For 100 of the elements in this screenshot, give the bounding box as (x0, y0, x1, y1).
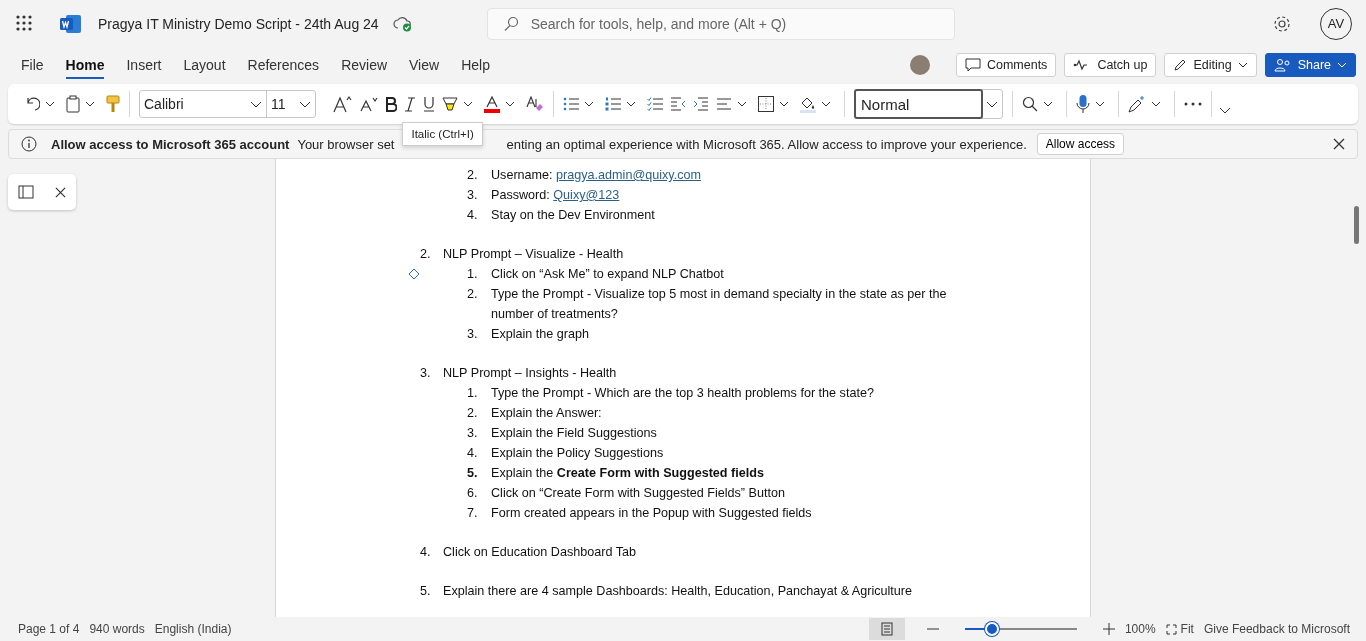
app-launcher-icon[interactable] (16, 14, 34, 33)
search-icon[interactable] (1022, 96, 1038, 112)
bullet-list-icon[interactable] (563, 97, 579, 111)
link[interactable]: pragya.admin@quixy.com (556, 168, 701, 182)
language-indicator[interactable]: English (India) (154, 622, 232, 636)
list-number: 3. (467, 425, 479, 442)
menu-tab[interactable]: File (12, 50, 53, 79)
bold-icon[interactable] (385, 96, 397, 112)
link[interactable]: Quixy@123 (553, 188, 620, 202)
increase-indent-icon[interactable] (693, 97, 709, 111)
list-number: 6. (467, 485, 479, 502)
font-size-dropdown[interactable]: 11 (267, 91, 315, 117)
zoom-percent[interactable]: 100% (1124, 622, 1156, 636)
caret-icon[interactable] (626, 101, 636, 107)
share-button[interactable]: Share (1264, 52, 1356, 77)
list-number: 2. (467, 405, 479, 422)
navigation-pane-icon[interactable] (18, 185, 35, 199)
caret-icon[interactable] (45, 101, 55, 107)
allow-access-button[interactable]: Allow access (1036, 133, 1125, 155)
caret-icon[interactable] (737, 101, 747, 107)
caret-icon[interactable] (1151, 101, 1161, 107)
list-number: 7. (467, 505, 479, 522)
caret-icon[interactable] (463, 101, 473, 107)
zoom-slider-thumb[interactable] (984, 622, 999, 636)
word-count[interactable]: 940 words (89, 622, 145, 636)
list-item-text: Explain the Create Form with Suggested fields (491, 465, 765, 482)
page-count[interactable]: Page 1 of 4 (18, 622, 80, 636)
menu-tab[interactable]: Insert (117, 50, 171, 79)
more-options-icon[interactable] (1184, 102, 1202, 106)
caret-icon[interactable] (779, 101, 789, 107)
list-item-text: Click on Education Dashboard Tab (443, 544, 637, 561)
list-number: 1. (467, 385, 479, 402)
menu-tab[interactable]: Review (332, 50, 397, 79)
font-color-icon[interactable] (484, 95, 500, 113)
font-name-dropdown[interactable]: Calibri (140, 91, 267, 117)
list-number: 3. (420, 365, 432, 382)
diamond-icon[interactable] (408, 268, 420, 280)
menu-tab[interactable]: Help (452, 50, 499, 79)
caret-icon (1237, 61, 1248, 68)
print-layout-button[interactable] (868, 618, 905, 640)
format-painter-icon[interactable] (106, 95, 120, 113)
feedback-link[interactable]: Give Feedback to Microsoft (1203, 622, 1350, 636)
align-left-icon[interactable] (716, 98, 732, 110)
editing-button[interactable]: Editing (1164, 52, 1257, 77)
caret-icon (1337, 61, 1347, 68)
borders-icon[interactable] (758, 96, 774, 112)
speech-bubble-icon (964, 57, 981, 72)
word-logo-icon (60, 13, 82, 34)
caret-icon[interactable] (1043, 101, 1053, 107)
clipboard-icon[interactable] (66, 95, 80, 113)
undo-icon[interactable] (24, 96, 40, 112)
pencil-icon (1173, 57, 1188, 72)
comments-button[interactable]: Comments (955, 52, 1057, 77)
scrollbar-thumb[interactable] (1354, 206, 1359, 244)
cloud-check-icon[interactable] (392, 15, 413, 32)
caret-icon[interactable] (505, 101, 515, 107)
list-item-text: Explain the Answer: (491, 405, 603, 422)
close-icon[interactable] (1333, 138, 1345, 150)
search-icon (502, 15, 519, 32)
grow-font-icon[interactable] (333, 95, 353, 113)
catchup-button[interactable]: Catch up (1064, 52, 1157, 77)
settings-icon[interactable] (1272, 13, 1292, 34)
designer-pen-icon[interactable] (1128, 95, 1146, 113)
caret-icon[interactable] (85, 101, 95, 107)
expand-ribbon-icon[interactable] (1219, 106, 1231, 114)
highlighter-icon[interactable] (442, 96, 458, 112)
shading-icon[interactable] (800, 95, 816, 113)
underline-icon[interactable] (423, 96, 435, 112)
people-icon (1273, 57, 1292, 72)
menu-tab[interactable]: Home (56, 50, 114, 79)
list-number: 5. (420, 583, 432, 600)
search-field[interactable]: Search for tools, help, and more (Alt + Q) (486, 7, 955, 40)
list-item-text: Explain the Field Suggestions (491, 425, 658, 442)
list-number: 4. (467, 445, 479, 462)
fit-icon (1165, 623, 1177, 635)
menu-tab[interactable]: References (238, 50, 329, 79)
clear-formatting-icon[interactable] (526, 95, 544, 113)
caret-icon (299, 100, 311, 108)
list-item-text: Password: Quixy@123 (491, 187, 621, 204)
decrease-indent-icon[interactable] (670, 97, 686, 111)
caret-icon[interactable] (986, 100, 998, 108)
menu-tab[interactable]: View (400, 50, 449, 79)
zoom-in-icon[interactable] (1102, 623, 1115, 635)
caret-icon[interactable] (1095, 101, 1105, 107)
list-item-text: Form created appears in the Popup with Suggested fields (491, 505, 813, 522)
shrink-font-icon[interactable] (360, 96, 378, 112)
zoom-slider[interactable] (964, 621, 1077, 637)
checklist-icon[interactable] (647, 97, 663, 111)
close-icon[interactable] (54, 186, 66, 198)
fit-button[interactable]: Fit (1165, 622, 1194, 636)
menu-tab[interactable]: Layout (174, 50, 235, 79)
list-number: 1. (467, 266, 479, 283)
caret-icon[interactable] (584, 101, 594, 107)
numbered-list-icon[interactable] (605, 97, 621, 111)
document-title: Pragya IT Ministry Demo Script - 24th Aug 24 (98, 15, 379, 32)
caret-icon[interactable] (821, 101, 831, 107)
style-dropdown[interactable]: Normal (854, 89, 1003, 119)
italic-icon[interactable] (404, 96, 416, 112)
page-icon (880, 622, 893, 636)
microphone-icon[interactable] (1076, 94, 1090, 114)
